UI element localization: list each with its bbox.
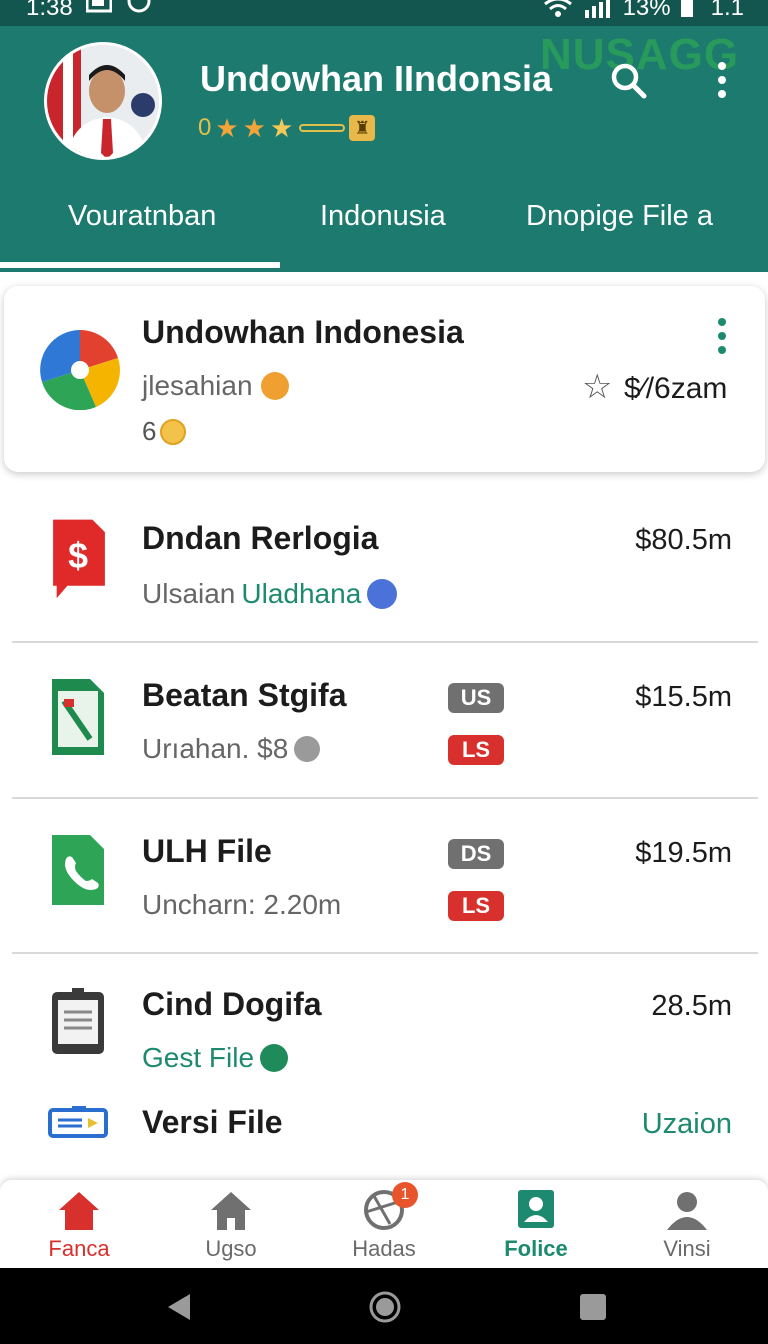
item-price: $15.5m	[635, 681, 732, 713]
verified-icon	[367, 579, 398, 609]
nav-label: Folice	[504, 1236, 568, 1261]
list-item[interactable]: $ Dndan Rerlogia Ulsaian Uladhana $80.5m	[0, 486, 768, 642]
battery-text: 13%	[622, 0, 671, 21]
featured-card[interactable]: Undowhan Indonesia jlesahian 6 ☆ $⁄/6zam	[4, 286, 765, 472]
item-subtitle-row: Gest File	[142, 1042, 289, 1074]
star-icon: ★	[215, 113, 239, 143]
item-subtitle-row: Ulsaian Uladhana	[142, 578, 398, 610]
ticket-icon	[48, 1106, 108, 1138]
svg-text:$: $	[68, 536, 88, 576]
back-icon[interactable]	[164, 1292, 194, 1322]
signal-icon	[584, 0, 610, 18]
info-icon	[294, 736, 321, 762]
item-subtitle: Urıahan. $8	[142, 733, 289, 764]
award-icon: ♜	[349, 115, 376, 141]
featured-count-row: 6	[142, 416, 187, 447]
tag-badge: US	[448, 683, 504, 713]
item-title: ULH File	[142, 833, 272, 869]
tab-indonusia[interactable]: Indonusia	[320, 200, 446, 233]
person-icon	[667, 1192, 707, 1230]
nav-label: Vinsi	[663, 1236, 711, 1261]
nav-item-fanca[interactable]: Fanca	[19, 1188, 139, 1268]
tab-bar: Vouratnban Indonusia Dnopige File a	[0, 192, 768, 272]
home-icon	[211, 1192, 251, 1230]
item-price: $19.5m	[635, 837, 732, 869]
status-time: 1:38	[26, 0, 73, 21]
item-subtitle-accent: Uladhana	[241, 578, 362, 609]
tag-badge: LS	[448, 735, 504, 765]
search-icon[interactable]	[608, 60, 648, 100]
item-title: Dndan Rerlogia	[142, 520, 379, 556]
recents-icon[interactable]	[578, 1292, 608, 1322]
featured-count: 6	[142, 416, 157, 446]
item-subtitle: Ulsaian	[142, 578, 236, 609]
profile-photo	[47, 45, 159, 157]
nav-item-folice[interactable]: Folice	[476, 1188, 596, 1268]
notification-badge: 1	[392, 1182, 418, 1208]
featured-subtitle-row: jlesahian	[142, 370, 289, 402]
edit-icon[interactable]	[260, 1044, 289, 1072]
tab-vouratnban[interactable]: Vouratnban	[68, 200, 216, 233]
contact-card-icon	[518, 1190, 554, 1228]
status-extra: 1.1	[710, 0, 744, 21]
green-sheet-icon	[52, 679, 104, 755]
home-icon	[59, 1192, 99, 1230]
list-item[interactable]: Cind Dogifa Gest File 28.5m	[0, 954, 768, 1110]
nav-item-vinsi[interactable]: Vinsi	[627, 1188, 747, 1268]
home-button-icon[interactable]	[368, 1290, 402, 1324]
tablet-icon	[52, 988, 104, 1054]
battery-icon	[680, 0, 693, 17]
list-item[interactable]: ULH File Uncharn: 2.20m DS LS $19.5m	[0, 799, 768, 955]
nav-label: Ugso	[205, 1236, 257, 1261]
red-dollar-doc-icon: $	[53, 519, 105, 599]
rating-value: 0	[198, 114, 212, 141]
star-icon: ★	[242, 113, 266, 143]
app-header: Undowhan IIndonsia NUSAGG 0 ★ ★ ★ ♜ Vour…	[0, 26, 768, 272]
featured-subtitle: jlesahian	[142, 370, 253, 401]
featured-price: $⁄/6zam	[624, 372, 728, 405]
bottom-nav: Fanca Ugso 1 Hadas Folice Vinsi	[0, 1180, 768, 1268]
nav-item-ugso[interactable]: Ugso	[171, 1188, 291, 1268]
item-action[interactable]: Uzaion	[642, 1108, 732, 1141]
pinwheel-logo-icon	[40, 330, 120, 410]
wifi-icon	[543, 0, 572, 17]
nav-label: Fanca	[48, 1236, 110, 1261]
nav-label: Hadas	[352, 1236, 416, 1261]
more-vert-icon[interactable]	[702, 60, 742, 100]
item-price: $80.5m	[635, 524, 732, 556]
coin-icon	[160, 418, 187, 445]
status-right: 13% 1.1	[543, 0, 744, 22]
emoji-icon	[260, 372, 289, 400]
item-subtitle: Gest File	[142, 1042, 255, 1073]
green-phone-doc-icon	[52, 835, 104, 905]
avatar[interactable]	[44, 42, 162, 160]
item-price: 28.5m	[651, 990, 732, 1022]
list-item[interactable]: Versi File Uzaion	[0, 1090, 768, 1170]
more-vert-icon[interactable]	[712, 316, 732, 356]
app-title: Undowhan IIndonsia	[200, 58, 552, 99]
gallery-icon	[86, 0, 112, 13]
tag-badge: DS	[448, 839, 504, 869]
tab-dnopige-file[interactable]: Dnopige File a	[526, 200, 713, 233]
system-nav-bar	[0, 1268, 768, 1344]
nav-item-hadas[interactable]: 1 Hadas	[324, 1182, 444, 1268]
rating-row: 0 ★ ★ ★ ♜	[198, 113, 376, 143]
list-item[interactable]: Beatan Stgifa Urıahan. $8 US LS $15.5m	[0, 643, 768, 799]
item-title: Beatan Stgifa	[142, 677, 347, 713]
messenger-icon	[127, 0, 151, 13]
item-title: Versi File	[142, 1104, 283, 1140]
featured-title: Undowhan Indonesia	[142, 314, 464, 350]
tab-indicator	[0, 262, 280, 268]
star-half-icon: ★	[269, 113, 294, 143]
rating-bar	[299, 124, 346, 132]
tag-badge: LS	[448, 891, 504, 921]
favorite-star-icon[interactable]: ☆	[582, 370, 612, 404]
item-subtitle: Uncharn: 2.20m	[142, 889, 342, 920]
item-subtitle-row: Urıahan. $8	[142, 733, 321, 765]
status-bar: 1:38 13% 1.1	[0, 0, 768, 26]
item-title: Cind Dogifa	[142, 986, 322, 1022]
